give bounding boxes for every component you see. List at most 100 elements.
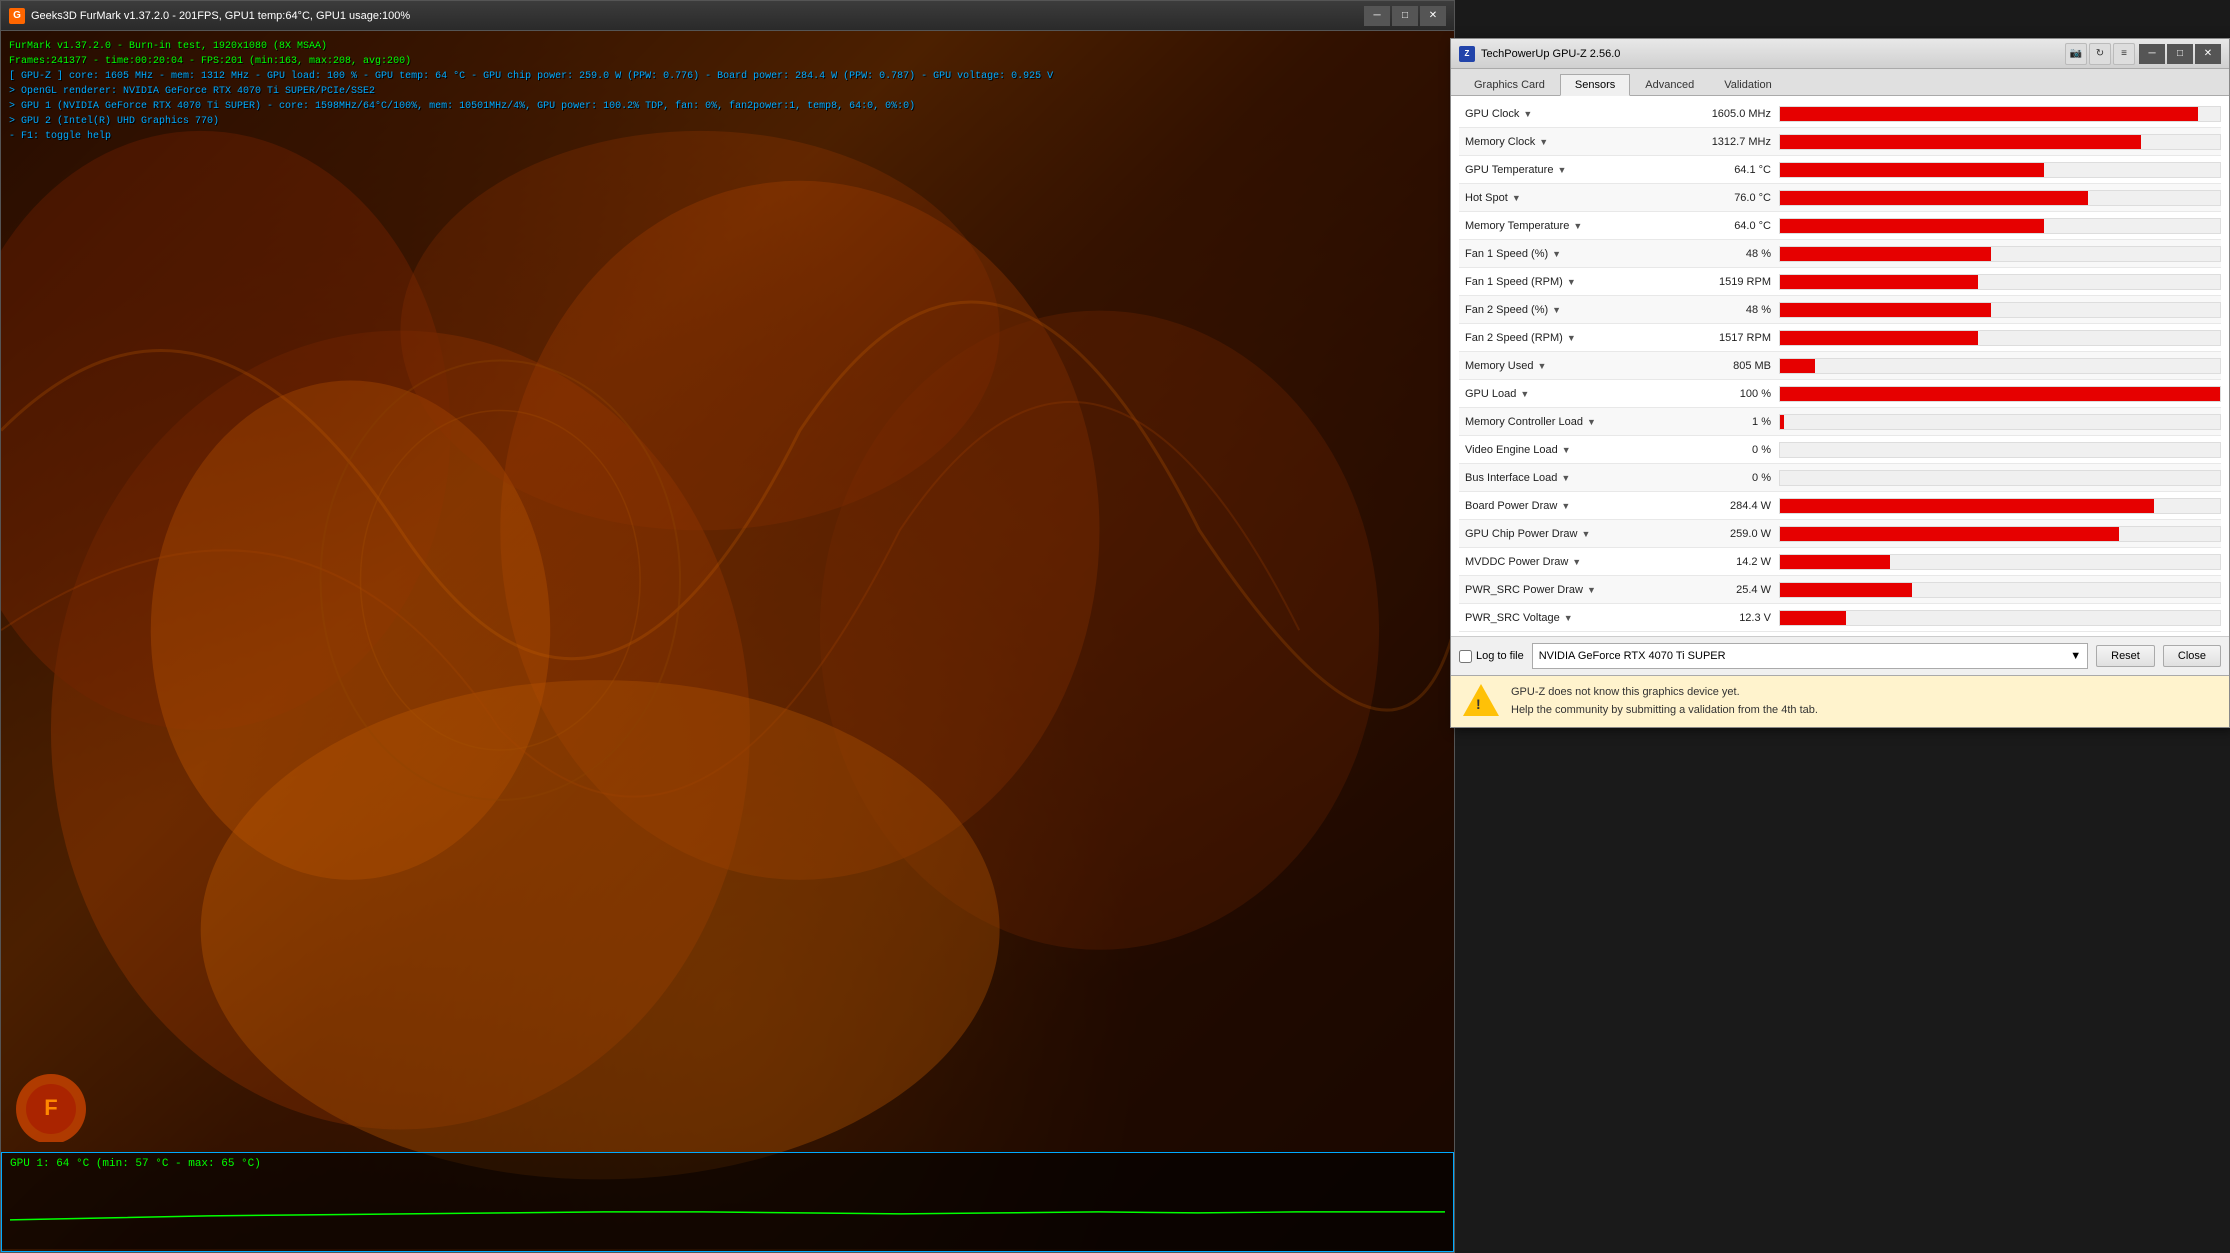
tab-graphics-card[interactable]: Graphics Card (1459, 74, 1560, 96)
sensor-value-13: 0 % (1679, 472, 1779, 484)
sensor-name-18: PWR_SRC Voltage▼ (1459, 612, 1679, 624)
furmark-minimize-button[interactable]: ─ (1364, 6, 1390, 26)
sensor-row-12: Video Engine Load▼0 % (1459, 436, 2221, 464)
sensor-name-11: Memory Controller Load▼ (1459, 416, 1679, 428)
furmark-line7: - F1: toggle help (9, 129, 1053, 144)
log-to-file-checkbox[interactable] (1459, 650, 1472, 663)
sensor-dropdown-5[interactable]: ▼ (1552, 249, 1572, 259)
sensor-row-2: GPU Temperature▼64.1 °C (1459, 156, 2221, 184)
sensor-name-4: Memory Temperature▼ (1459, 220, 1679, 232)
sensor-value-3: 76.0 °C (1679, 192, 1779, 204)
sensor-dropdown-16[interactable]: ▼ (1572, 557, 1592, 567)
gpuz-warning-banner: GPU-Z does not know this graphics device… (1451, 675, 2229, 727)
sensor-row-5: Fan 1 Speed (%)▼48 % (1459, 240, 2221, 268)
sensor-bar-container-10 (1779, 386, 2221, 402)
camera-icon[interactable]: 📷 (2065, 43, 2087, 65)
sensor-value-5: 48 % (1679, 248, 1779, 260)
sensor-name-7: Fan 2 Speed (%)▼ (1459, 304, 1679, 316)
sensor-dropdown-1[interactable]: ▼ (1539, 137, 1559, 147)
sensor-name-2: GPU Temperature▼ (1459, 164, 1679, 176)
furmark-maximize-button[interactable]: □ (1392, 6, 1418, 26)
reset-button[interactable]: Reset (2096, 645, 2155, 667)
sensor-bar-container-13 (1779, 470, 2221, 486)
sensor-row-18: PWR_SRC Voltage▼12.3 V (1459, 604, 2221, 632)
sensor-dropdown-9[interactable]: ▼ (1537, 361, 1557, 371)
sensor-row-7: Fan 2 Speed (%)▼48 % (1459, 296, 2221, 324)
sensor-bar-container-8 (1779, 330, 2221, 346)
warning-line1: GPU-Z does not know this graphics device… (1511, 684, 1818, 702)
tab-sensors[interactable]: Sensors (1560, 74, 1630, 96)
sensor-row-11: Memory Controller Load▼1 % (1459, 408, 2221, 436)
sensor-dropdown-17[interactable]: ▼ (1587, 585, 1607, 595)
sensor-name-9: Memory Used▼ (1459, 360, 1679, 372)
sensor-bar-container-18 (1779, 610, 2221, 626)
sensor-dropdown-2[interactable]: ▼ (1557, 165, 1577, 175)
tab-advanced[interactable]: Advanced (1630, 74, 1709, 96)
close-button[interactable]: Close (2163, 645, 2221, 667)
furmark-close-button[interactable]: ✕ (1420, 6, 1446, 26)
sensor-row-15: GPU Chip Power Draw▼259.0 W (1459, 520, 2221, 548)
sensor-dropdown-14[interactable]: ▼ (1561, 501, 1581, 511)
sensor-bar-container-14 (1779, 498, 2221, 514)
sensor-dropdown-0[interactable]: ▼ (1523, 109, 1543, 119)
gpuz-minimize-button[interactable]: ─ (2139, 44, 2165, 64)
sensor-dropdown-8[interactable]: ▼ (1567, 333, 1587, 343)
sensor-bar-container-6 (1779, 274, 2221, 290)
furmark-icon: G (9, 8, 25, 24)
gpuz-close-button[interactable]: ✕ (2195, 44, 2221, 64)
sensor-bar-8 (1780, 331, 1978, 345)
sensor-row-13: Bus Interface Load▼0 % (1459, 464, 2221, 492)
gpuz-maximize-button[interactable]: □ (2167, 44, 2193, 64)
sensor-bar-17 (1780, 583, 1912, 597)
menu-icon[interactable]: ≡ (2113, 43, 2135, 65)
sensor-row-0: GPU Clock▼1605.0 MHz (1459, 100, 2221, 128)
sensor-bar-container-1 (1779, 134, 2221, 150)
furmark-controls[interactable]: ─ □ ✕ (1364, 6, 1446, 26)
sensor-value-4: 64.0 °C (1679, 220, 1779, 232)
sensor-name-6: Fan 1 Speed (RPM)▼ (1459, 276, 1679, 288)
sensor-dropdown-13[interactable]: ▼ (1561, 473, 1581, 483)
sensor-bar-container-11 (1779, 414, 2221, 430)
sensor-bar-1 (1780, 135, 2141, 149)
gpuz-win-controls[interactable]: ─ □ ✕ (2139, 44, 2221, 64)
gpu-selector[interactable]: NVIDIA GeForce RTX 4070 Ti SUPER ▼ (1532, 643, 2088, 669)
sensor-dropdown-3[interactable]: ▼ (1512, 193, 1532, 203)
sensor-value-14: 284.4 W (1679, 500, 1779, 512)
sensor-value-1: 1312.7 MHz (1679, 136, 1779, 148)
sensor-bar-16 (1780, 555, 1890, 569)
sensor-bar-container-15 (1779, 526, 2221, 542)
furmark-line3: [ GPU-Z ] core: 1605 MHz - mem: 1312 MHz… (9, 69, 1053, 84)
sensor-bar-9 (1780, 359, 1815, 373)
sensor-dropdown-4[interactable]: ▼ (1573, 221, 1593, 231)
sensor-row-3: Hot Spot▼76.0 °C (1459, 184, 2221, 212)
sensor-name-10: GPU Load▼ (1459, 388, 1679, 400)
tab-validation[interactable]: Validation (1709, 74, 1787, 96)
sensor-bar-14 (1780, 499, 2154, 513)
sensor-dropdown-6[interactable]: ▼ (1567, 277, 1587, 287)
sensor-name-12: Video Engine Load▼ (1459, 444, 1679, 456)
selected-gpu-label: NVIDIA GeForce RTX 4070 Ti SUPER (1539, 650, 1726, 662)
sensor-dropdown-7[interactable]: ▼ (1552, 305, 1572, 315)
sensor-row-17: PWR_SRC Power Draw▼25.4 W (1459, 576, 2221, 604)
sensor-bar-container-4 (1779, 218, 2221, 234)
sensor-value-15: 259.0 W (1679, 528, 1779, 540)
furmark-overlay: FurMark v1.37.2.0 - Burn-in test, 1920x1… (9, 39, 1053, 144)
sensor-name-8: Fan 2 Speed (RPM)▼ (1459, 332, 1679, 344)
sensor-dropdown-18[interactable]: ▼ (1564, 613, 1584, 623)
gpuz-tab-bar: Graphics Card Sensors Advanced Validatio… (1451, 69, 2229, 96)
sensor-row-16: MVDDC Power Draw▼14.2 W (1459, 548, 2221, 576)
sensor-value-7: 48 % (1679, 304, 1779, 316)
sensor-dropdown-11[interactable]: ▼ (1587, 417, 1607, 427)
gpuz-icon: Z (1459, 46, 1475, 62)
warning-text: GPU-Z does not know this graphics device… (1511, 684, 1818, 719)
sensor-dropdown-15[interactable]: ▼ (1581, 529, 1601, 539)
warning-line2: Help the community by submitting a valid… (1511, 702, 1818, 720)
gpu-selector-chevron: ▼ (2070, 650, 2081, 662)
sensor-name-3: Hot Spot▼ (1459, 192, 1679, 204)
refresh-icon[interactable]: ↻ (2089, 43, 2111, 65)
sensor-dropdown-10[interactable]: ▼ (1520, 389, 1540, 399)
sensor-row-14: Board Power Draw▼284.4 W (1459, 492, 2221, 520)
sensors-panel: GPU Clock▼1605.0 MHzMemory Clock▼1312.7 … (1451, 96, 2229, 636)
log-to-file-label: Log to file (1476, 650, 1524, 662)
sensor-dropdown-12[interactable]: ▼ (1562, 445, 1582, 455)
